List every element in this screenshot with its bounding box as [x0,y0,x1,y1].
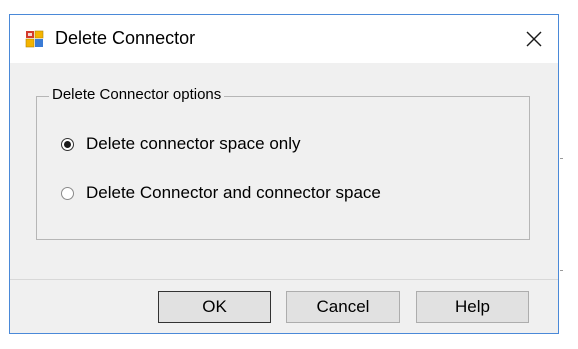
app-icon [25,29,45,49]
radio-button-checked[interactable] [61,137,74,151]
dialog-window: Delete Connector Delete Connector option… [9,14,559,334]
close-icon [526,31,542,47]
radio-label: Delete connector space only [86,134,301,153]
side-divider [560,158,563,159]
close-button[interactable] [520,25,548,53]
help-button[interactable]: Help [416,291,529,323]
group-legend: Delete Connector options [49,86,225,103]
side-divider [560,270,563,271]
ok-button[interactable]: OK [158,291,271,323]
footer-separator [10,279,558,280]
options-groupbox: Delete Connector options Delete connecto… [36,86,530,240]
window-title: Delete Connector [55,28,196,48]
radio-label: Delete Connector and connector space [86,183,381,202]
radio-option-space-only[interactable]: Delete connector space only [61,134,301,154]
cancel-button[interactable]: Cancel [286,291,400,323]
title-bar[interactable]: Delete Connector [10,15,558,63]
radio-option-connector-and-space[interactable]: Delete Connector and connector space [61,183,381,203]
radio-button-unchecked[interactable] [61,186,74,200]
